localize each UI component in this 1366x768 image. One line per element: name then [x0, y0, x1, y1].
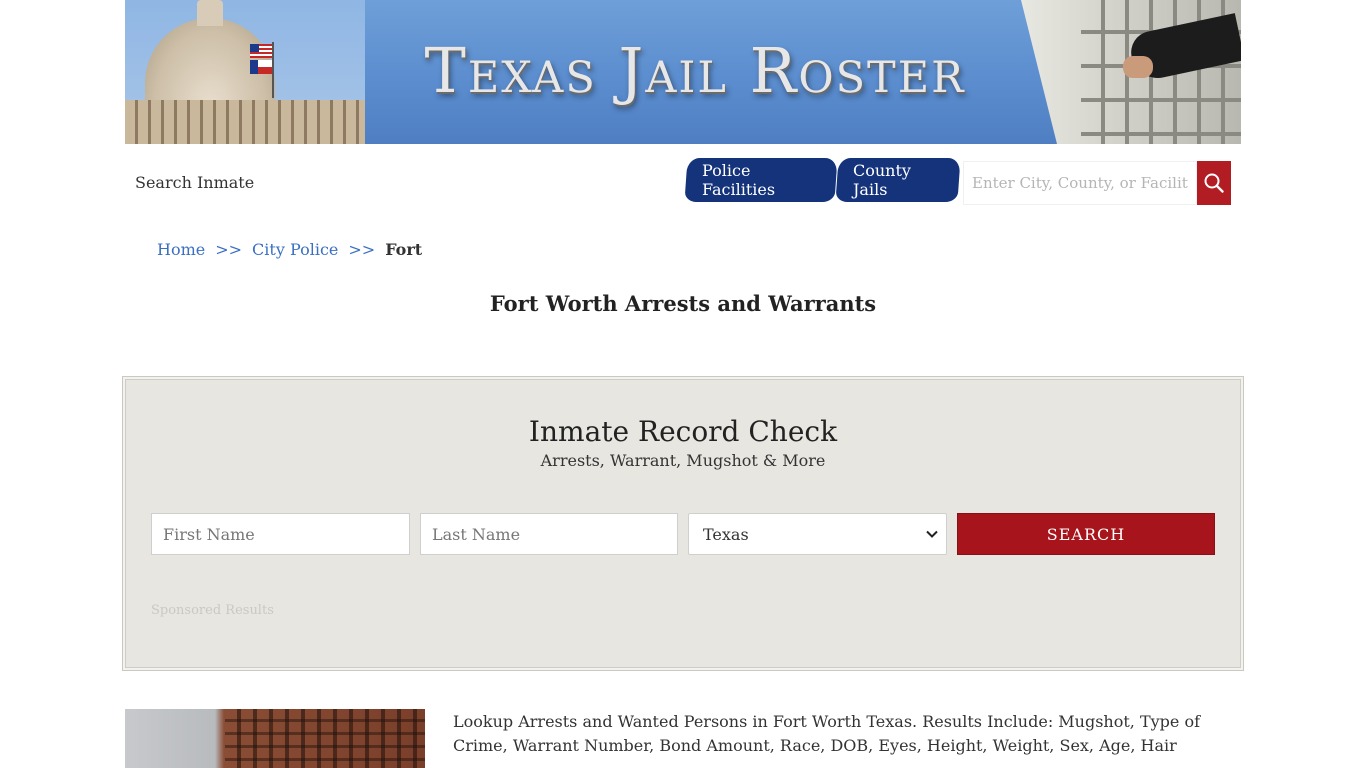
- breadcrumb-city-police[interactable]: City Police: [252, 240, 338, 259]
- page-title: Fort Worth Arrests and Warrants: [489, 291, 877, 316]
- capitol-lantern: [197, 0, 223, 26]
- site-banner[interactable]: Texas Jail Roster: [125, 0, 1241, 144]
- state-select[interactable]: Texas: [688, 513, 947, 555]
- search-inmate-link[interactable]: Search Inmate: [135, 173, 254, 192]
- inmate-search-button[interactable]: SEARCH: [957, 513, 1215, 555]
- lookup-description: Lookup Arrests and Wanted Persons in For…: [453, 712, 1201, 755]
- record-check-panel: Inmate Record Check Arrests, Warrant, Mu…: [122, 376, 1244, 671]
- texas-flag-icon: [250, 60, 272, 74]
- us-flag-icon: [250, 44, 272, 58]
- tab-county-jails-label: County Jails: [853, 161, 911, 199]
- flag-pole: [272, 42, 274, 98]
- capitol-image: [125, 0, 365, 144]
- sponsored-results-label: Sponsored Results: [151, 603, 274, 618]
- breadcrumb-home[interactable]: Home: [157, 240, 205, 259]
- tab-police-facilities-label: Police Facilities: [702, 161, 776, 199]
- breadcrumb-separator: >>: [348, 240, 376, 259]
- facility-search-button[interactable]: [1197, 161, 1231, 205]
- chevron-down-icon: [926, 530, 938, 538]
- record-check-title: Inmate Record Check: [528, 415, 838, 448]
- breadcrumb: Home >> City Police >> Fort: [157, 240, 422, 259]
- jail-hand-keys: [1123, 56, 1153, 78]
- facility-building-image: [125, 709, 425, 768]
- state-select-value: Texas: [703, 524, 749, 544]
- breadcrumb-current: Fort: [385, 240, 423, 259]
- site-logo-title[interactable]: Texas Jail Roster: [365, 34, 1025, 107]
- jail-door-image: [1021, 0, 1241, 144]
- first-name-input[interactable]: [151, 513, 410, 555]
- tab-county-jails[interactable]: County Jails: [835, 158, 961, 202]
- last-name-input[interactable]: [420, 513, 678, 555]
- search-icon: [1204, 173, 1224, 193]
- capitol-base: [125, 100, 365, 144]
- breadcrumb-separator: >>: [215, 240, 243, 259]
- record-check-subtitle: Arrests, Warrant, Mugshot & More: [540, 451, 826, 470]
- facility-search-input[interactable]: [963, 161, 1197, 205]
- tab-police-facilities[interactable]: Police Facilities: [684, 158, 838, 202]
